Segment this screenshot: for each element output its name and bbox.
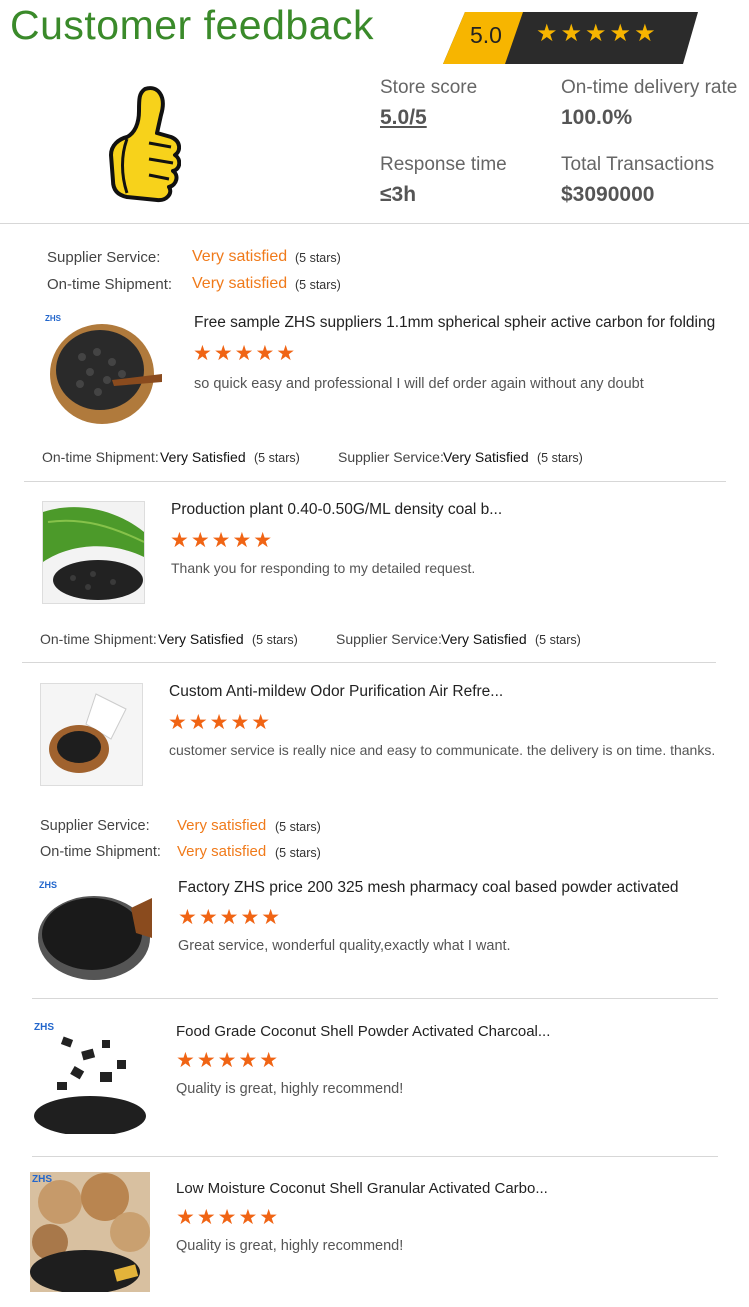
product-image[interactable]: [40, 683, 143, 786]
product-rating-stars: ★★★★★: [170, 529, 275, 552]
supplier-service-stars: (5 stars): [295, 251, 341, 265]
page-title: Customer feedback: [10, 2, 375, 48]
ontime-shipment-label: On-time Shipment:: [40, 631, 157, 647]
product-title[interactable]: Production plant 0.40-0.50G/ML density c…: [171, 501, 502, 519]
brand-logo: ZHS: [45, 314, 61, 323]
ontime-shipment-stars: (5 stars): [295, 278, 341, 292]
product-image[interactable]: [42, 501, 145, 604]
total-transactions-value: $3090000: [561, 183, 655, 206]
brand-logo: ZHS: [39, 880, 57, 890]
supplier-service-label: Supplier Service:: [47, 249, 161, 266]
review-comment: customer service is really nice and easy…: [169, 742, 716, 758]
ontime-shipment-rating: Very Satisfied: [158, 631, 244, 647]
product-rating-stars: ★★★★★: [176, 1206, 281, 1229]
ontime-shipment-stars: (5 stars): [252, 633, 298, 647]
brand-logo: ZHS: [32, 1174, 52, 1185]
review-comment: Great service, wonderful quality,exactly…: [178, 938, 511, 954]
header-divider: [0, 223, 749, 224]
product-image[interactable]: ZHS: [36, 878, 152, 984]
product-rating-stars: ★★★★★: [193, 342, 298, 365]
brand-logo: ZHS: [34, 1022, 54, 1033]
badge-stars: ★★★★★: [536, 20, 659, 47]
ontime-delivery-value: 100.0%: [561, 106, 633, 129]
supplier-service-stars: (5 stars): [537, 451, 583, 465]
total-transactions-label: Total Transactions: [561, 154, 715, 175]
ontime-delivery-label: On-time delivery rate: [561, 77, 738, 98]
ontime-shipment-stars: (5 stars): [275, 846, 321, 860]
supplier-service-label: Supplier Service:: [40, 818, 150, 834]
product-image[interactable]: ZHS: [30, 1172, 150, 1292]
product-rating-stars: ★★★★★: [176, 1049, 281, 1072]
review-comment: Quality is great, highly recommend!: [176, 1081, 404, 1097]
supplier-service-label: Supplier Service:: [338, 449, 444, 465]
supplier-service-rating: Very Satisfied: [443, 449, 529, 465]
ontime-shipment-rating: Very Satisfied: [160, 449, 246, 465]
product-title[interactable]: Food Grade Coconut Shell Powder Activate…: [176, 1023, 550, 1040]
store-score-value[interactable]: 5.0/5: [380, 106, 427, 130]
ontime-shipment-label: On-time Shipment:: [40, 844, 161, 860]
supplier-service-stars: (5 stars): [535, 633, 581, 647]
review-divider: [22, 662, 716, 663]
store-score-label: Store score: [380, 77, 478, 98]
supplier-service-stars: (5 stars): [275, 820, 321, 834]
product-image[interactable]: ZHS: [32, 1020, 146, 1134]
review-comment: Thank you for responding to my detailed …: [171, 560, 476, 576]
review-comment: so quick easy and professional I will de…: [194, 376, 644, 392]
ontime-shipment-label: On-time Shipment:: [42, 449, 159, 465]
supplier-service-rating: Very satisfied: [192, 248, 288, 265]
ontime-shipment-stars: (5 stars): [254, 451, 300, 465]
product-title[interactable]: Low Moisture Coconut Shell Granular Acti…: [176, 1180, 548, 1197]
supplier-service-label: Supplier Service:: [336, 631, 442, 647]
ontime-shipment-rating: Very satisfied: [192, 275, 288, 292]
ontime-shipment-rating: Very satisfied: [177, 843, 267, 860]
review-divider: [32, 998, 718, 999]
review-comment: Quality is great, highly recommend!: [176, 1238, 404, 1254]
ontime-shipment-label: On-time Shipment:: [47, 276, 173, 293]
product-title[interactable]: Custom Anti-mildew Odor Purification Air…: [169, 683, 503, 701]
thumbs-up-icon: [109, 86, 181, 203]
product-title[interactable]: Free sample ZHS suppliers 1.1mm spherica…: [194, 314, 715, 332]
response-time-value: ≤3h: [380, 183, 417, 206]
supplier-service-rating: Very Satisfied: [441, 631, 527, 647]
review-divider: [24, 481, 726, 482]
review-divider: [32, 1156, 718, 1157]
product-image[interactable]: ZHS: [42, 312, 164, 428]
badge-score: 5.0: [470, 22, 502, 48]
product-rating-stars: ★★★★★: [168, 711, 273, 734]
response-time-label: Response time: [380, 154, 507, 175]
product-rating-stars: ★★★★★: [178, 906, 283, 929]
supplier-service-rating: Very satisfied: [177, 817, 267, 834]
product-title[interactable]: Factory ZHS price 200 325 mesh pharmacy …: [178, 879, 679, 897]
